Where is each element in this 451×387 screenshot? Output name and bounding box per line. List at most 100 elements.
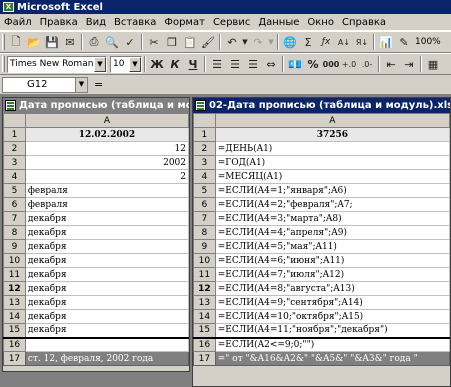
name-box[interactable]: G12 ▼: [2, 76, 88, 93]
row-header[interactable]: 8: [193, 225, 216, 240]
cell-a13[interactable]: декабря: [24, 295, 189, 310]
select-all-corner[interactable]: [193, 113, 216, 128]
menu-data[interactable]: Данные: [254, 15, 303, 30]
cell-a17[interactable]: =" от "&A16&A2&" "&A5&" "&A3&" года ": [214, 351, 450, 366]
row-header[interactable]: 9: [193, 239, 216, 254]
italic-button[interactable]: К: [166, 55, 184, 73]
align-left-icon[interactable]: ☰: [208, 55, 226, 73]
print-icon[interactable]: ⎙: [85, 33, 103, 51]
row-header[interactable]: 12: [193, 281, 216, 296]
bold-button[interactable]: Ж: [148, 55, 166, 73]
cell-a16[interactable]: =ЕСЛИ(A2<=9;0;""): [214, 336, 450, 352]
cell-a5[interactable]: февраля: [24, 183, 189, 198]
increase-decimal-icon[interactable]: +.0: [340, 55, 358, 73]
cell-a15[interactable]: =ЕСЛИ(A4=11;"ноября";"декабря"): [214, 323, 450, 338]
cut-icon[interactable]: ✂: [145, 33, 163, 51]
drawing-icon[interactable]: ✎: [395, 33, 413, 51]
paste-icon[interactable]: 📋: [181, 33, 199, 51]
row-header[interactable]: 2: [3, 141, 26, 156]
cell-a12[interactable]: =ЕСЛИ(A4=8;"августа";A13): [214, 281, 450, 296]
menu-view[interactable]: Вид: [82, 15, 110, 30]
increase-indent-icon[interactable]: ⇥: [400, 55, 418, 73]
cell-a2[interactable]: =ДЕНЬ(A1): [214, 141, 450, 156]
cell-a4[interactable]: 2: [24, 169, 189, 184]
cell-a7[interactable]: декабря: [24, 211, 189, 226]
hyperlink-icon[interactable]: 🌐: [281, 33, 299, 51]
cell-a3[interactable]: 2002: [24, 155, 189, 170]
sort-descending-icon[interactable]: Я↓: [353, 33, 371, 51]
chevron-down-icon[interactable]: ▼: [129, 56, 141, 72]
font-size-select[interactable]: 10 ▼: [110, 55, 142, 73]
left-workbook-window[interactable]: Дата прописью (таблица и мо A 1 12.02.2002…: [2, 97, 190, 372]
print-preview-icon[interactable]: 🔍: [103, 33, 121, 51]
cell-a1[interactable]: 12.02.2002: [24, 127, 189, 142]
open-folder-icon[interactable]: 📂: [25, 33, 43, 51]
menu-help[interactable]: Справка: [338, 15, 390, 30]
chevron-down-icon[interactable]: ▼: [94, 56, 106, 72]
row-header[interactable]: 10: [193, 253, 216, 268]
row-header[interactable]: 14: [193, 309, 216, 324]
copy-icon[interactable]: ❐: [163, 33, 181, 51]
toolbar-grip[interactable]: [2, 56, 5, 72]
thousands-separator-button[interactable]: 000: [322, 55, 340, 73]
decrease-indent-icon[interactable]: ⇤: [382, 55, 400, 73]
redo-icon[interactable]: ↷: [249, 33, 267, 51]
row-header[interactable]: 5: [3, 183, 26, 198]
borders-icon[interactable]: ▦: [424, 55, 442, 73]
row-header[interactable]: 1: [193, 127, 216, 142]
align-center-icon[interactable]: ☰: [226, 55, 244, 73]
row-header[interactable]: 11: [3, 267, 26, 282]
cell-a14[interactable]: =ЕСЛИ(A4=10;"октября";A15): [214, 309, 450, 324]
row-header[interactable]: 10: [3, 253, 26, 268]
permissions-icon[interactable]: ✉: [61, 33, 79, 51]
redo-dropdown-icon[interactable]: ▼: [267, 33, 275, 51]
row-header[interactable]: 8: [3, 225, 26, 240]
cell-a15[interactable]: декабря: [24, 323, 189, 338]
save-icon[interactable]: 💾: [43, 33, 61, 51]
cell-a8[interactable]: =ЕСЛИ(A4=4;"апреля";A9): [214, 225, 450, 240]
row-header[interactable]: 5: [193, 183, 216, 198]
row-header[interactable]: 15: [193, 323, 216, 338]
merge-center-icon[interactable]: ⇔: [262, 55, 280, 73]
cell-a13[interactable]: =ЕСЛИ(A4=9;"сентября";A14): [214, 295, 450, 310]
chevron-down-icon[interactable]: ▼: [75, 77, 87, 92]
row-header[interactable]: 13: [193, 295, 216, 310]
underline-button[interactable]: Ч: [184, 55, 202, 73]
row-header[interactable]: 13: [3, 295, 26, 310]
cell-a5[interactable]: =ЕСЛИ(A4=1;"января";A6): [214, 183, 450, 198]
menu-file[interactable]: Файл: [2, 15, 36, 30]
cell-a10[interactable]: декабря: [24, 253, 189, 268]
left-window-title-bar[interactable]: Дата прописью (таблица и мо: [3, 98, 189, 113]
sort-ascending-icon[interactable]: A↓: [335, 33, 353, 51]
menu-window[interactable]: Окно: [303, 15, 338, 30]
autosum-icon[interactable]: Σ: [299, 33, 317, 51]
font-name-select[interactable]: Times New Roman ▼: [7, 55, 107, 73]
row-header[interactable]: 17: [3, 351, 26, 366]
cell-a9[interactable]: декабря: [24, 239, 189, 254]
align-right-icon[interactable]: ☰: [244, 55, 262, 73]
row-header[interactable]: 7: [3, 211, 26, 226]
row-header[interactable]: 9: [3, 239, 26, 254]
cell-a7[interactable]: =ЕСЛИ(A4=3;"марта";A8): [214, 211, 450, 226]
cell-a6[interactable]: =ЕСЛИ(A4=2;"февраля";A7;: [214, 197, 450, 212]
row-header[interactable]: 6: [3, 197, 26, 212]
row-header[interactable]: 3: [3, 155, 26, 170]
column-header-a[interactable]: A: [24, 113, 189, 128]
function-icon[interactable]: ƒx: [317, 33, 335, 51]
menu-format[interactable]: Формат: [160, 15, 209, 30]
row-header[interactable]: 7: [193, 211, 216, 226]
cell-a8[interactable]: декабря: [24, 225, 189, 240]
undo-icon[interactable]: ↶: [223, 33, 241, 51]
new-file-icon[interactable]: 🗋: [7, 33, 25, 51]
row-header[interactable]: 15: [3, 323, 26, 338]
row-header[interactable]: 1: [3, 127, 26, 142]
cell-a16[interactable]: [24, 336, 189, 352]
cell-a11[interactable]: декабря: [24, 267, 189, 282]
cell-a9[interactable]: =ЕСЛИ(A4=5;"мая";A11): [214, 239, 450, 254]
cell-a6[interactable]: февраля: [24, 197, 189, 212]
row-header[interactable]: 16: [3, 336, 26, 352]
row-header[interactable]: 11: [193, 267, 216, 282]
row-header[interactable]: 2: [193, 141, 216, 156]
percent-button[interactable]: %: [304, 55, 322, 73]
formula-equals-sign[interactable]: =: [94, 78, 103, 91]
